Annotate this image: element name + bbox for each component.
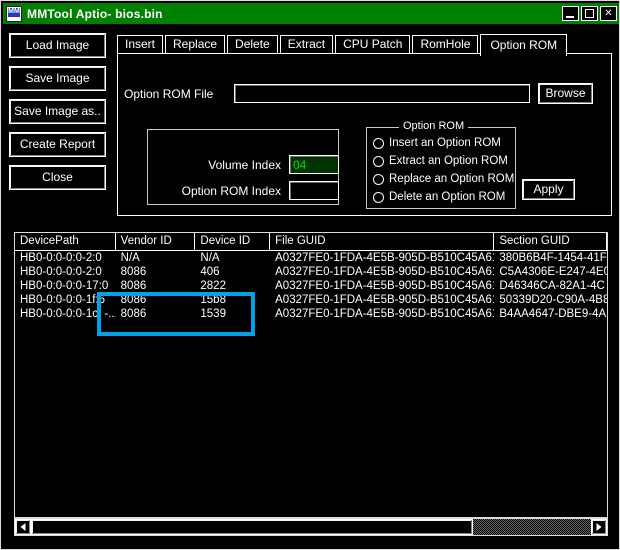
cell-file-guid: A0327FE0-1FDA-4E5B-905D-B510C45A61D0 [275, 308, 495, 320]
close-button[interactable]: ✕ [600, 6, 617, 21]
scrollbar-track[interactable] [31, 519, 591, 535]
radio-label: Replace an Option ROM [389, 173, 515, 185]
radio-label: Extract an Option ROM [389, 155, 508, 167]
cell-device-id: 2822 [200, 280, 226, 292]
index-group: Volume Index Option ROM Index [147, 129, 339, 205]
option-rom-index-row: Option ROM Index [158, 181, 339, 200]
volume-index-label: Volume Index [208, 157, 281, 172]
radio-button-icon [373, 191, 384, 203]
cell-file-guid: A0327FE0-1FDA-4E5B-905D-B510C45A61D0 [275, 294, 495, 306]
tab-extract[interactable]: Extract [279, 35, 334, 54]
volume-index-row: Volume Index [158, 155, 339, 174]
browse-button[interactable]: Browse [538, 83, 593, 104]
cell-file-guid: A0327FE0-1FDA-4E5B-905D-B510C45A61D0 [275, 280, 495, 292]
radio-button-icon [373, 155, 384, 167]
save-image-button[interactable]: Save Image [9, 66, 106, 91]
title-bar: MM MMTool Aptio- bios.bin ✕ [3, 3, 619, 24]
cell-section-guid: 380B6B4F-1454-41F [499, 252, 607, 264]
cell-section-guid: 50339D20-C90A-4B8 [499, 294, 607, 306]
list-rows: HB0-0:0-0:0-2:0 N/A N/A A0327FE0-1FDA-4E… [15, 251, 607, 321]
cell-vendor-id: 8086 [120, 266, 147, 278]
window-controls: ✕ [562, 6, 617, 21]
maximize-button[interactable] [581, 6, 598, 21]
cell-vendor-id: 8086 [120, 280, 147, 292]
cell-devicepath: HB0-0:0-0:0-1c: -... [20, 308, 116, 320]
table-row[interactable]: HB0-0:0-0:0-2:0 N/A N/A A0327FE0-1FDA-4E… [15, 251, 607, 265]
cell-device-id: 1539 [200, 308, 226, 320]
table-row[interactable]: HB0-0:0-0:0-17:0 8086 2822 A0327FE0-1FDA… [15, 279, 607, 293]
cell-section-guid: D46346CA-82A1-4C [499, 280, 605, 292]
scroll-left-icon[interactable] [15, 519, 31, 535]
cell-devicepath: HB0-0:0-0:0-2:0 [20, 252, 102, 264]
column-header-section-guid[interactable]: Section GUID [494, 233, 607, 250]
scrollbar-thumb[interactable] [31, 519, 474, 535]
scroll-right-icon[interactable] [591, 519, 607, 535]
cell-device-id: N/A [200, 252, 220, 264]
mmtool-window: MM MMTool Aptio- bios.bin ✕ Load Image S… [0, 0, 620, 550]
option-rom-action-group: Option ROM Insert an Option ROM Extract … [366, 120, 516, 209]
window-title: MMTool Aptio- bios.bin [27, 6, 163, 21]
cell-device-id: 406 [200, 266, 220, 278]
radio-insert-option-rom[interactable]: Insert an Option ROM [373, 134, 515, 152]
load-image-button[interactable]: Load Image [9, 33, 106, 58]
column-header-vendor-id[interactable]: Vendor ID [115, 233, 196, 250]
option-rom-index-label: Option ROM Index [181, 183, 281, 198]
radio-label: Insert an Option ROM [389, 137, 501, 149]
tab-cpu-patch[interactable]: CPU Patch [335, 35, 411, 54]
volume-index-input[interactable] [289, 155, 339, 174]
radio-extract-option-rom[interactable]: Extract an Option ROM [373, 152, 515, 170]
app-icon: MM [6, 5, 22, 22]
minimize-icon [566, 16, 574, 18]
table-row[interactable]: HB0-0:0-0:0-1f:6 8086 15b8 A0327FE0-1FDA… [15, 293, 607, 307]
radio-label: Delete an Option ROM [389, 191, 506, 203]
table-row[interactable]: HB0-0:0-0:0-1c: -... 8086 1539 A0327FE0-… [15, 307, 607, 321]
cell-vendor-id: N/A [120, 252, 140, 264]
cell-devicepath: HB0-0:0-0:0-2:0 [20, 266, 102, 278]
option-rom-group-caption: Option ROM [399, 120, 469, 132]
minimize-button[interactable] [562, 6, 579, 21]
device-list-view: DevicePath Vendor ID Device ID File GUID… [14, 232, 608, 518]
radio-button-icon [373, 173, 384, 185]
cell-devicepath: HB0-0:0-0:0-1f:6 [20, 294, 106, 306]
option-rom-file-row: Option ROM File Browse [124, 83, 604, 104]
option-rom-index-input[interactable] [289, 181, 339, 200]
radio-delete-option-rom[interactable]: Delete an Option ROM [373, 188, 515, 206]
maximize-icon [585, 9, 594, 18]
table-row[interactable]: HB0-0:0-0:0-2:0 8086 406 A0327FE0-1FDA-4… [15, 265, 607, 279]
option-rom-panel: Option ROM File Browse Volume Index Opti… [117, 53, 612, 216]
horizontal-scrollbar[interactable] [14, 518, 608, 536]
column-header-devicepath[interactable]: DevicePath [15, 233, 116, 250]
app-icon-text: MM [8, 7, 20, 15]
column-header-file-guid[interactable]: File GUID [270, 233, 495, 250]
apply-button[interactable]: Apply [522, 179, 575, 200]
tab-insert[interactable]: Insert [117, 35, 164, 54]
cell-file-guid: A0327FE0-1FDA-4E5B-905D-B510C45A61D0 [275, 252, 495, 264]
cell-vendor-id: 8086 [120, 294, 147, 306]
close-app-button[interactable]: Close [9, 165, 106, 190]
left-button-panel: Load Image Save Image Save Image as.. Cr… [9, 33, 109, 198]
tab-romhole[interactable]: RomHole [412, 35, 479, 54]
column-header-device-id[interactable]: Device ID [195, 233, 271, 250]
cell-file-guid: A0327FE0-1FDA-4E5B-905D-B510C45A61D0 [275, 266, 495, 278]
tab-option-rom[interactable]: Option ROM [480, 34, 568, 56]
cell-device-id: 15b8 [200, 294, 226, 306]
cell-vendor-id: 8086 [120, 308, 147, 320]
cell-devicepath: HB0-0:0-0:0-17:0 [20, 280, 109, 292]
cell-section-guid: B4AA4647-DBE9-4A [499, 308, 607, 320]
radio-replace-option-rom[interactable]: Replace an Option ROM [373, 170, 515, 188]
option-rom-file-label: Option ROM File [124, 86, 214, 101]
cell-section-guid: C5A4306E-E247-4E0 [499, 266, 607, 278]
list-header: DevicePath Vendor ID Device ID File GUID… [15, 233, 607, 251]
tab-strip: Insert Replace Delete Extract CPU Patch … [117, 34, 568, 56]
option-rom-file-input[interactable] [234, 84, 530, 103]
save-image-as-button[interactable]: Save Image as.. [9, 99, 106, 124]
tab-delete[interactable]: Delete [227, 35, 278, 54]
radio-button-icon [373, 137, 384, 149]
create-report-button[interactable]: Create Report [9, 132, 106, 157]
tab-replace[interactable]: Replace [165, 35, 226, 54]
tab-area: Insert Replace Delete Extract CPU Patch … [117, 34, 612, 217]
